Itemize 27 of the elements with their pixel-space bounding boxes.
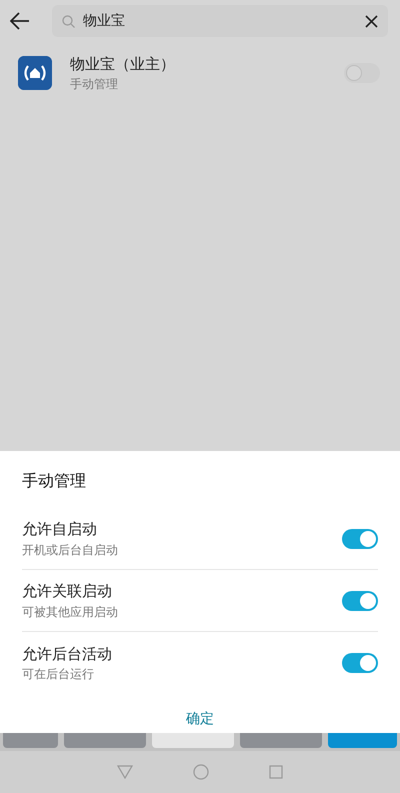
- keyboard-key[interactable]: [328, 733, 397, 748]
- search-field[interactable]: 物业宝: [52, 5, 388, 37]
- keyboard-key[interactable]: [3, 733, 58, 748]
- toggle-switch[interactable]: [344, 63, 380, 83]
- keyboard-key[interactable]: [240, 733, 322, 748]
- search-icon: [62, 14, 75, 28]
- home-icon[interactable]: [193, 764, 209, 780]
- keyboard-key[interactable]: [152, 733, 234, 748]
- confirm-button[interactable]: 确定: [180, 708, 220, 731]
- option-description: 可被其他应用启动: [22, 604, 119, 621]
- search-field[interactable]: 物业宝: [83, 10, 357, 32]
- back-icon[interactable]: [10, 12, 30, 30]
- app-status: 手动管理: [70, 76, 119, 94]
- keyboard-key[interactable]: [64, 733, 146, 748]
- toggle-switch[interactable]: [342, 528, 378, 548]
- recents-icon[interactable]: [269, 765, 283, 779]
- app-name: 物业宝（业主）: [70, 54, 176, 75]
- option-description: 开机或后台自启动: [22, 542, 119, 559]
- toggle-switch[interactable]: [342, 653, 378, 673]
- option-label: 允许自启动: [22, 519, 98, 540]
- option-label: 允许后台活动: [22, 644, 113, 665]
- toggle-switch[interactable]: [342, 590, 378, 610]
- app-icon: [18, 56, 52, 90]
- option-label: 允许关联启动: [22, 581, 113, 602]
- option-description: 可在后台运行: [22, 666, 95, 684]
- close-icon[interactable]: [365, 14, 378, 28]
- dialog-title: 手动管理: [22, 470, 87, 490]
